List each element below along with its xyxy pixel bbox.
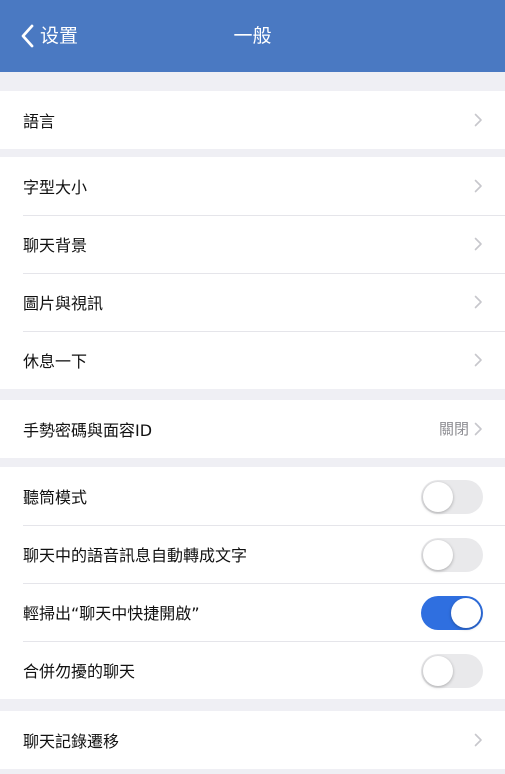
row-label: 字型大小 bbox=[23, 178, 88, 197]
earpiece-mode-toggle[interactable] bbox=[421, 480, 483, 514]
row-label: 圖片與視訊 bbox=[23, 294, 104, 313]
toggle-knob bbox=[423, 482, 453, 512]
row-label: 聊天背景 bbox=[23, 236, 88, 255]
settings-row-photos-videos[interactable]: 圖片與視訊 bbox=[0, 273, 505, 331]
voice-to-text-toggle[interactable] bbox=[421, 538, 483, 572]
toggle-knob bbox=[451, 598, 481, 628]
row-value: 關閉 bbox=[438, 420, 469, 438]
row-label: 手勢密碼與面容ID bbox=[23, 421, 153, 440]
row-label: 聊天記錄遷移 bbox=[23, 732, 120, 751]
chevron-right-icon bbox=[474, 237, 482, 251]
settings-row-voice-to-text: 聊天中的語音訊息自動轉成文字 bbox=[0, 525, 505, 583]
chevron-right-icon bbox=[474, 295, 482, 309]
chevron-right-icon bbox=[474, 113, 482, 127]
chevron-right-icon bbox=[474, 422, 482, 436]
settings-row-language[interactable]: 語言 bbox=[0, 91, 505, 149]
toggle-knob bbox=[423, 656, 453, 686]
row-label: 輕掃出“聊天中快捷開啟” bbox=[23, 604, 200, 623]
settings-row-take-a-break[interactable]: 休息一下 bbox=[0, 331, 505, 389]
settings-group-toggles: 聽筒模式 聊天中的語音訊息自動轉成文字 輕掃出“聊天中快捷開啟” 合併勿擾的聊天 bbox=[0, 467, 505, 699]
row-label: 聽筒模式 bbox=[23, 488, 88, 507]
swipe-quick-open-toggle[interactable] bbox=[421, 596, 483, 630]
nav-bar: 设置 一般 bbox=[0, 0, 505, 72]
merge-muted-chats-toggle[interactable] bbox=[421, 654, 483, 688]
row-label: 休息一下 bbox=[23, 352, 88, 371]
back-label: 设置 bbox=[40, 25, 79, 47]
toggle-knob bbox=[423, 540, 453, 570]
settings-row-merge-muted-chats: 合併勿擾的聊天 bbox=[0, 641, 505, 699]
settings-row-chat-background[interactable]: 聊天背景 bbox=[0, 215, 505, 273]
settings-row-earpiece-mode: 聽筒模式 bbox=[0, 467, 505, 525]
chevron-right-icon bbox=[474, 353, 482, 367]
settings-group-display: 字型大小 聊天背景 圖片與視訊 休息一下 bbox=[0, 157, 505, 389]
chevron-right-icon bbox=[474, 733, 482, 747]
settings-row-font-size[interactable]: 字型大小 bbox=[0, 157, 505, 215]
settings-group-security: 手勢密碼與面容ID 關閉 bbox=[0, 400, 505, 458]
row-label: 合併勿擾的聊天 bbox=[23, 662, 136, 681]
chevron-right-icon bbox=[474, 179, 482, 193]
row-label: 聊天中的語音訊息自動轉成文字 bbox=[23, 546, 248, 565]
row-label: 語言 bbox=[23, 112, 56, 131]
back-button[interactable]: 设置 bbox=[20, 22, 78, 50]
settings-row-chat-history-migration[interactable]: 聊天記錄遷移 bbox=[0, 711, 505, 769]
chevron-left-icon bbox=[21, 24, 34, 48]
settings-row-gesture-face-id[interactable]: 手勢密碼與面容ID 關閉 bbox=[0, 400, 505, 458]
settings-row-swipe-quick-open: 輕掃出“聊天中快捷開啟” bbox=[0, 583, 505, 641]
settings-group-migration: 聊天記錄遷移 bbox=[0, 711, 505, 769]
settings-group-language: 語言 bbox=[0, 91, 505, 149]
